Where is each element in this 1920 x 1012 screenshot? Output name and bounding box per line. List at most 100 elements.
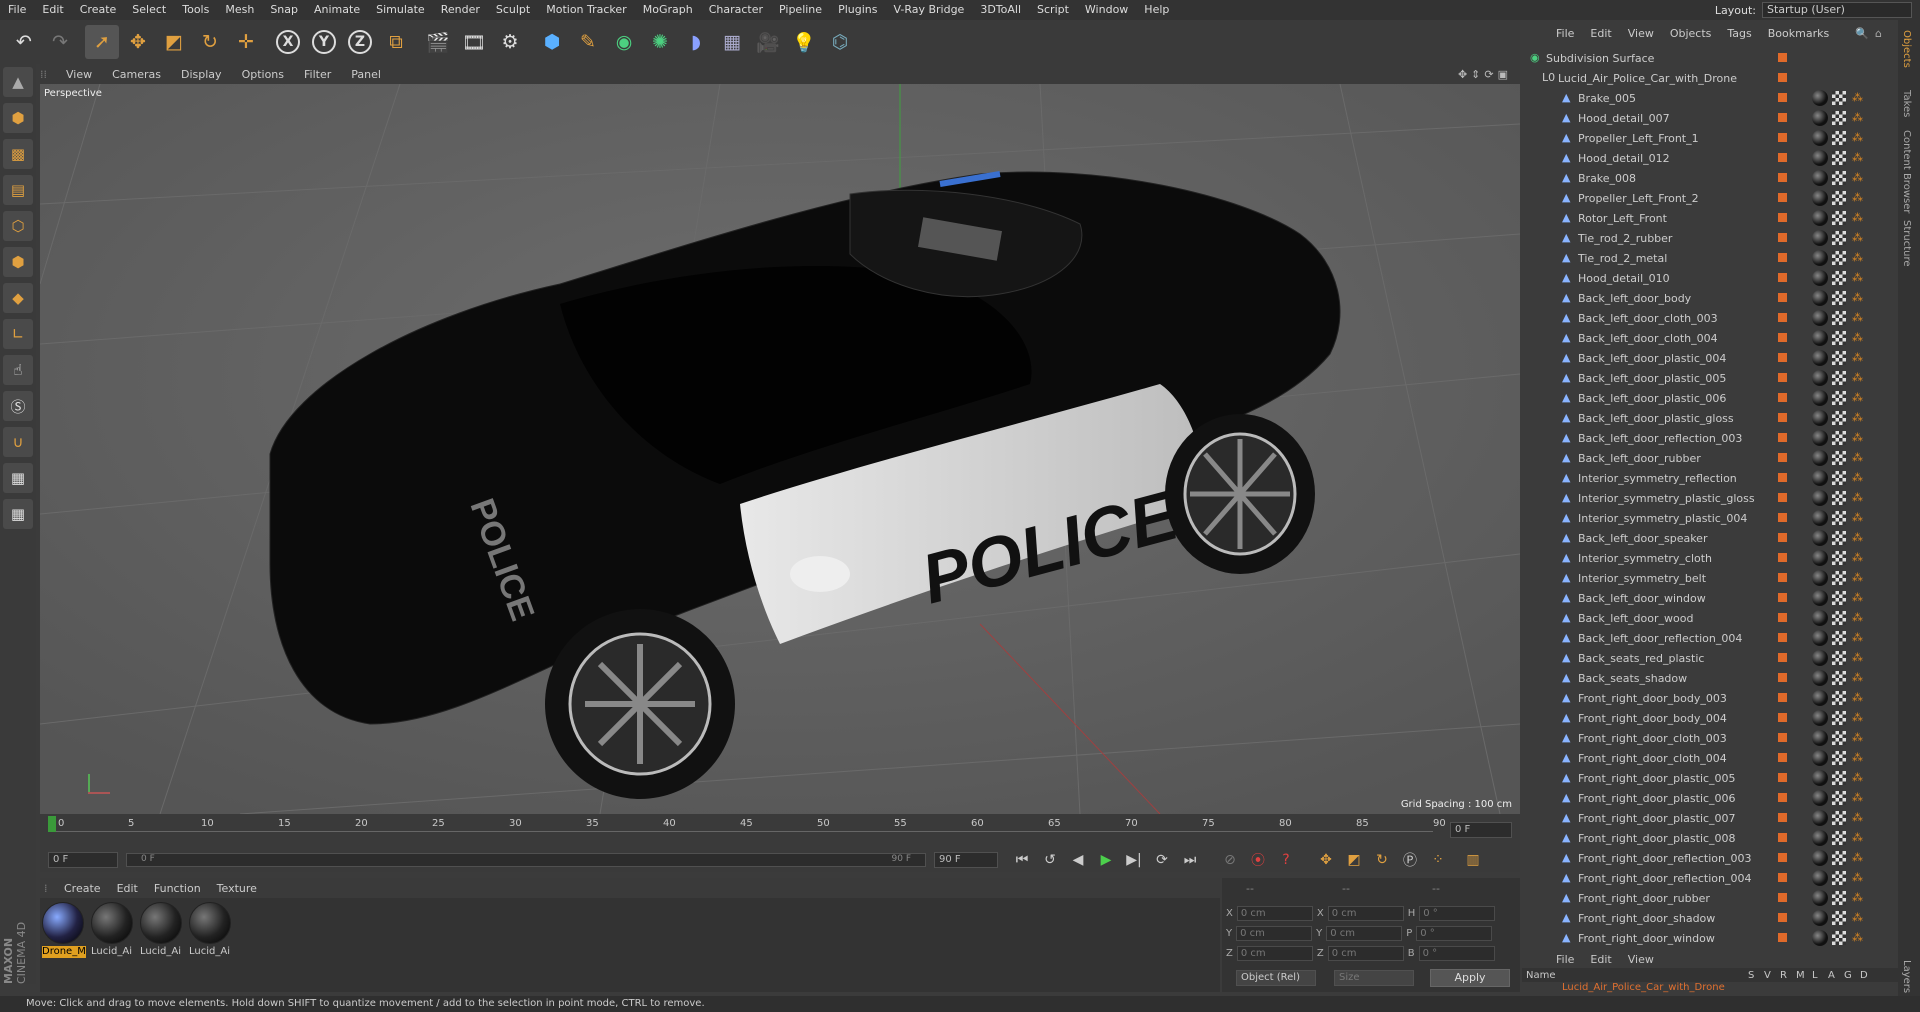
uvw-tag-icon[interactable] [1832,651,1846,665]
material-tag-icon[interactable] [1812,750,1828,766]
vp-menu-panel[interactable]: Panel [341,68,391,81]
y-axis-icon[interactable]: Y [307,25,341,59]
workplane-icon[interactable]: ▤ [3,175,33,205]
layer-color-swatch[interactable] [1778,573,1787,582]
pos-x-field[interactable]: 0 cm [1236,906,1313,921]
layer-color-swatch[interactable] [1778,853,1787,862]
material-tag-icon[interactable] [1812,390,1828,406]
layer-color-swatch[interactable] [1778,333,1787,342]
autokey-icon[interactable]: ? [1275,850,1297,870]
viewport-nav-icons[interactable]: ✥⇕⟳▣ [1458,68,1512,81]
material-tag-icon[interactable] [1812,530,1828,546]
obj-menu-view[interactable]: View [1620,27,1662,40]
object-row[interactable]: ▲ Back_left_door_cloth_004 ⁂ [1522,328,1882,348]
uvw-tag-icon[interactable] [1832,391,1846,405]
key-pla-icon[interactable]: ⁘ [1427,850,1449,870]
menu-pipeline[interactable]: Pipeline [771,0,830,20]
material-tag-icon[interactable] [1812,630,1828,646]
material-tag-icon[interactable] [1812,730,1828,746]
object-row[interactable]: ▲ Interior_symmetry_reflection ⁂ [1522,468,1882,488]
layer-color-swatch[interactable] [1778,113,1787,122]
layer-row[interactable]: Lucid_Air_Police_Car_with_Drone [1522,982,1898,994]
light-icon[interactable]: 💡 [787,25,821,59]
tab-takes[interactable]: Takes [1901,90,1912,117]
object-row[interactable]: ▲ Front_right_door_cloth_003 ⁂ [1522,728,1882,748]
layer-color-swatch[interactable] [1778,713,1787,722]
material-tag-icon[interactable] [1812,710,1828,726]
selection-tag-icon[interactable]: ⁂ [1852,432,1864,444]
make-editable-icon[interactable]: ▲ [3,67,33,97]
object-row[interactable]: ▲ Back_left_door_plastic_006 ⁂ [1522,388,1882,408]
go-to-start-icon[interactable]: ⏮ [1011,850,1033,870]
layer-color-swatch[interactable] [1778,813,1787,822]
object-row[interactable]: ▲ Rotor_Left_Front ⁂ [1522,208,1882,228]
key-rotate-icon[interactable]: ↻ [1371,850,1393,870]
max-frame-field[interactable]: 90 F [934,852,998,868]
uvw-tag-icon[interactable] [1832,751,1846,765]
layer-color-swatch[interactable] [1778,513,1787,522]
object-row[interactable]: ▲ Back_seats_red_plastic ⁂ [1522,648,1882,668]
material-item[interactable]: Lucid_Ai [91,902,135,960]
mat-menu-edit[interactable]: Edit [109,882,146,895]
layer-color-swatch[interactable] [1778,633,1787,642]
vp-menu-options[interactable]: Options [232,68,294,81]
menu-file[interactable]: File [0,0,34,20]
object-row[interactable]: ▲ Front_right_door_plastic_006 ⁂ [1522,788,1882,808]
selection-tag-icon[interactable]: ⁂ [1852,212,1864,224]
menu-snap[interactable]: Snap [262,0,306,20]
mat-menu-texture[interactable]: Texture [209,882,265,895]
layer-color-swatch[interactable] [1778,493,1787,502]
frame-range-slider[interactable]: 0 F 90 F [126,853,926,867]
python-icon[interactable]: ⌬ [823,25,857,59]
vp-menu-display[interactable]: Display [171,68,232,81]
key-param-icon[interactable]: Ⓟ [1399,850,1421,870]
menu-plugins[interactable]: Plugins [830,0,885,20]
selection-tag-icon[interactable]: ⁂ [1852,492,1864,504]
selection-tag-icon[interactable]: ⁂ [1852,572,1864,584]
selection-tag-icon[interactable]: ⁂ [1852,792,1864,804]
selection-tag-icon[interactable]: ⁂ [1852,392,1864,404]
uvw-tag-icon[interactable] [1832,691,1846,705]
selection-tag-icon[interactable]: ⁂ [1852,732,1864,744]
menu-animate[interactable]: Animate [306,0,368,20]
layer-color-swatch[interactable] [1778,913,1787,922]
floor-icon[interactable]: ▦ [715,25,749,59]
menu-create[interactable]: Create [72,0,125,20]
coord-size-dropdown[interactable]: Size [1334,970,1414,986]
selection-tag-icon[interactable]: ⁂ [1852,772,1864,784]
selection-tag-icon[interactable]: ⁂ [1852,192,1864,204]
uvw-tag-icon[interactable] [1832,91,1846,105]
x-axis-icon[interactable]: X [271,25,305,59]
selection-tag-icon[interactable]: ⁂ [1852,412,1864,424]
uvw-tag-icon[interactable] [1832,831,1846,845]
selection-tag-icon[interactable]: ⁂ [1852,552,1864,564]
loop-icon[interactable]: ⟳ [1151,850,1173,870]
model-mode-icon[interactable]: ⬢ [3,103,33,133]
uvw-tag-icon[interactable] [1832,151,1846,165]
material-tag-icon[interactable] [1812,350,1828,366]
uvw-tag-icon[interactable] [1832,911,1846,925]
prev-key-icon[interactable]: ↺ [1039,850,1061,870]
go-to-end-icon[interactable]: ⏭ [1179,850,1201,870]
uvw-tag-icon[interactable] [1832,211,1846,225]
uvw-tag-icon[interactable] [1832,331,1846,345]
selection-tag-icon[interactable]: ⁂ [1852,852,1864,864]
material-tag-icon[interactable] [1812,290,1828,306]
layer-color-swatch[interactable] [1778,313,1787,322]
material-tag-icon[interactable] [1812,810,1828,826]
cube-icon[interactable]: ⬢ [535,25,569,59]
uvw-tag-icon[interactable] [1832,611,1846,625]
timeline-frame-field[interactable]: 0 F [1450,822,1512,838]
mat-menu-function[interactable]: Function [146,882,209,895]
material-tag-icon[interactable] [1812,870,1828,886]
selection-tag-icon[interactable]: ⁂ [1852,232,1864,244]
object-row[interactable]: ▲ Interior_symmetry_plastic_004 ⁂ [1522,508,1882,528]
selection-tag-icon[interactable]: ⁂ [1852,112,1864,124]
material-tag-icon[interactable] [1812,910,1828,926]
render-view-icon[interactable]: 🎬 [421,25,455,59]
uvw-tag-icon[interactable] [1832,511,1846,525]
material-tag-icon[interactable] [1812,650,1828,666]
object-row[interactable]: ▲ Hood_detail_007 ⁂ [1522,108,1882,128]
selection-tag-icon[interactable]: ⁂ [1852,512,1864,524]
object-row[interactable]: ▲ Back_left_door_plastic_gloss ⁂ [1522,408,1882,428]
